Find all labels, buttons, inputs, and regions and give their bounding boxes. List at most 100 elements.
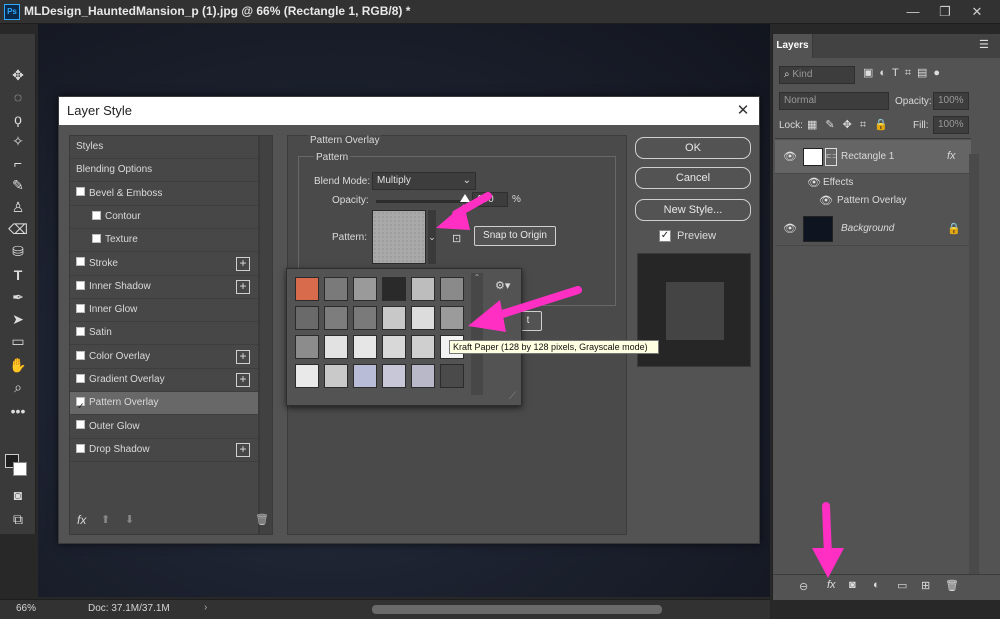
magic-wand-tool-icon[interactable]: ✧ [6,130,30,152]
layer-opacity-input[interactable]: 100% [933,92,969,110]
add-style-plus-icon[interactable]: + [236,349,250,364]
status-arrow-icon[interactable]: › [204,602,207,613]
kind-filter[interactable]: ⌕ Kind [779,66,855,84]
more-tools-icon[interactable]: ••• [6,400,30,422]
picker-gear-icon[interactable]: ⚙▾ [495,279,510,292]
document-title[interactable]: MLDesign_HauntedMansion_p (1).jpg @ 66% … [24,4,410,18]
pattern-swatch[interactable] [440,306,464,330]
style-checkbox[interactable] [76,303,85,313]
text-tool-icon[interactable]: T [6,264,30,286]
style-checkbox[interactable] [76,373,85,383]
styles-list-scrollbar[interactable] [259,135,273,535]
visibility-eye-icon[interactable]: 👁 [783,150,797,163]
style-checkbox[interactable] [76,327,85,337]
fx-badge-icon[interactable]: fx [947,150,956,162]
lasso-tool-icon[interactable]: ϙ [6,108,30,130]
cancel-button[interactable]: Cancel [635,167,751,189]
add-mask-icon[interactable]: ◙ [849,579,856,591]
style-checkbox[interactable] [92,234,101,244]
style-checkbox[interactable] [76,187,85,197]
delete-effect-icon[interactable]: 🗑 [255,513,269,526]
horizontal-scrollbar[interactable] [372,605,662,614]
pattern-swatch[interactable] [324,306,348,330]
style-checkbox[interactable] [76,395,85,417]
pattern-swatch[interactable] [295,335,319,359]
style-checkbox[interactable] [76,350,85,360]
link-layers-icon[interactable]: ⊖ [799,580,808,593]
path-selection-tool-icon[interactable]: ➤ [6,308,30,330]
new-layer-icon[interactable]: ⊞ [921,579,930,592]
style-item[interactable]: Contour [70,206,258,229]
rectangle-tool-icon[interactable]: ▭ [6,330,30,352]
resize-grip-icon[interactable]: ⟋ [509,391,516,402]
adjustment-layer-icon[interactable]: ◐ [873,579,880,591]
preview-checkbox[interactable]: ✓ [659,230,671,242]
style-item[interactable]: Styles [70,136,258,159]
pattern-swatch[interactable] [295,277,319,301]
hand-tool-icon[interactable]: ✋ [6,354,30,376]
filter-icons[interactable]: ▣◐T⌗▤● [863,66,946,80]
style-checkbox[interactable] [76,280,85,290]
paint-bucket-tool-icon[interactable]: ⛁ [6,240,30,262]
add-style-plus-icon[interactable]: + [236,256,250,271]
pattern-swatch[interactable] [324,364,348,388]
pattern-swatch[interactable] [324,277,348,301]
pattern-swatch[interactable] [353,335,377,359]
background-layer-name[interactable]: Background [841,223,894,234]
style-item[interactable]: Stroke + [70,253,258,276]
delete-layer-icon[interactable]: 🗑 [945,579,959,592]
opacity-slider-track[interactable] [376,200,466,203]
zoom-tool-icon[interactable]: ⌕ [6,376,30,398]
fill-input[interactable]: 100% [933,116,969,134]
screen-mode-icon[interactable]: ⧉ [6,508,30,530]
marquee-tool-icon[interactable]: ◌ [6,86,30,108]
layer-row-rectangle[interactable]: 👁 ⊏⊐ Rectangle 1 fx [775,140,971,174]
blend-mode-dropdown[interactable]: Normal [779,92,889,110]
style-item[interactable]: Pattern Overlay [70,392,258,417]
style-item[interactable]: Inner Glow [70,299,258,323]
new-preset-icon[interactable]: ⊡ [452,232,461,245]
pattern-swatch[interactable] [411,364,435,388]
pattern-swatch[interactable] [411,306,435,330]
add-style-plus-icon[interactable]: + [236,373,250,387]
pattern-swatch[interactable] [382,335,406,359]
quick-mask-icon[interactable]: ◙ [6,484,30,506]
style-checkbox[interactable] [76,443,85,453]
pattern-swatch[interactable] [324,335,348,359]
style-item[interactable]: Bevel & Emboss [70,183,258,206]
effect-pattern-overlay[interactable]: Pattern Overlay [837,195,906,206]
pattern-swatch[interactable] [353,364,377,388]
new-group-icon[interactable]: ▭ [897,579,907,592]
style-item[interactable]: Blending Options [70,159,258,183]
style-item[interactable]: Satin [70,322,258,346]
add-style-fx-icon[interactable]: fx [827,579,836,591]
snap-to-origin-button[interactable]: Snap to Origin [474,226,556,246]
style-item[interactable]: Outer Glow [70,416,258,439]
layer-row-background[interactable]: 👁 Background 🔒 [775,212,971,246]
style-item[interactable]: Drop Shadow + [70,439,258,462]
effects-eye-icon[interactable]: 👁 [807,176,821,189]
pattern-swatch[interactable] [353,277,377,301]
background-color-swatch[interactable] [13,462,27,476]
opacity-input[interactable]: 100 [472,192,508,207]
style-item[interactable]: Texture [70,229,258,253]
maximize-icon[interactable]: ❐ [930,2,960,22]
zoom-level[interactable]: 66% [16,603,36,614]
brush-tool-icon[interactable]: ✎ [6,174,30,196]
pattern-swatch[interactable] [382,277,406,301]
new-style-button[interactable]: New Style... [635,199,751,221]
effect-eye-icon[interactable]: 👁 [819,194,833,207]
pattern-swatch[interactable] [440,364,464,388]
add-style-plus-icon[interactable]: + [236,442,250,457]
pattern-swatch[interactable] [382,306,406,330]
pattern-swatch[interactable] [295,364,319,388]
pattern-dropdown-icon[interactable]: ⌄ [428,210,436,264]
pattern-swatch[interactable] [411,277,435,301]
minimize-icon[interactable]: — [898,2,928,22]
pattern-swatch[interactable] [295,306,319,330]
layers-scrollbar[interactable] [969,154,979,584]
move-tool-icon[interactable]: ✥ [6,64,30,86]
lock-icons[interactable]: ▦✎✥⌗🔒 [807,118,896,132]
dialog-close-icon[interactable]: ✕ [733,101,753,121]
blend-mode-select[interactable]: Multiply ⌄ [372,172,476,190]
